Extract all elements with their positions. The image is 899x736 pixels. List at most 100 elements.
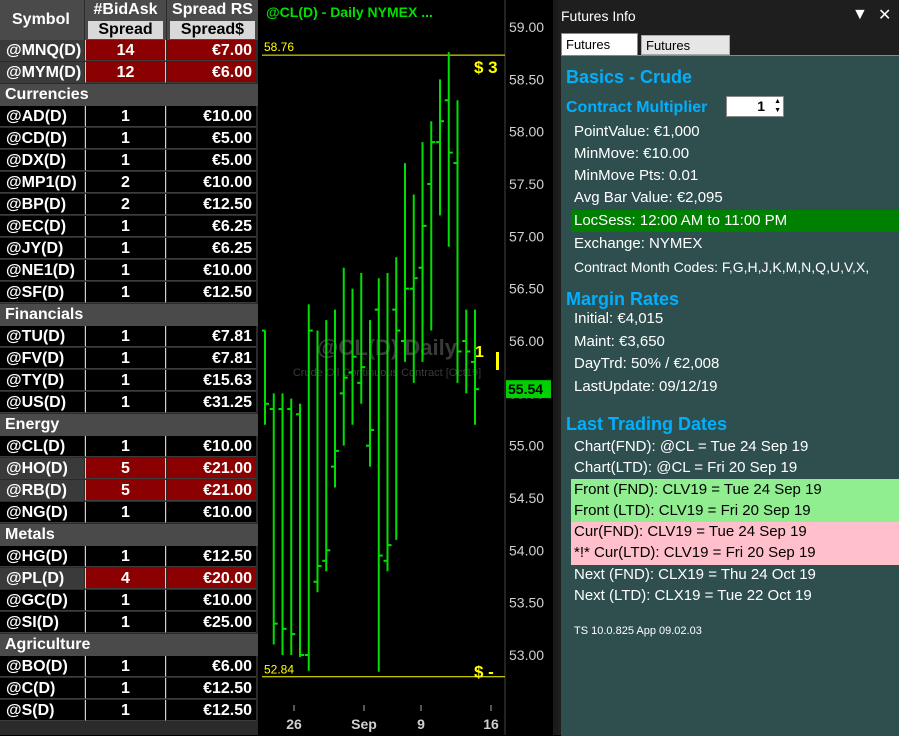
bidask-cell: 1	[85, 348, 166, 369]
watchlist-row[interactable]: @S(D) 1 €12.50	[0, 700, 258, 722]
tab-futures-info[interactable]: Futures Info	[561, 33, 638, 73]
symbol-cell: @DX(D)	[0, 150, 84, 171]
watchlist-rows: @MNQ(D) 14 €7.00 @MYM(D) 12 €6.00 Currencies @A…	[0, 40, 258, 722]
column-header-spread[interactable]: Spread RS Spread$	[167, 0, 258, 40]
symbol-cell: @RB(D)	[0, 480, 84, 501]
symbol-cell: @MNQ(D)	[0, 40, 84, 61]
spread-cell: €10.00	[167, 106, 256, 127]
category-header[interactable]: Currencies	[0, 84, 258, 106]
bidask-cell: 1	[85, 128, 166, 149]
margin-last-update: LastUpdate: 09/12/19	[574, 378, 718, 395]
category-header[interactable]: Metals	[0, 524, 258, 546]
watchlist-row[interactable]: @NE1(D) 1 €10.00	[0, 260, 258, 282]
spread-cell: €31.25	[167, 392, 256, 413]
symbol-cell: @C(D)	[0, 678, 84, 699]
futures-info-content: Basics - Crude Contract Multiplier 1 ▲ ▼ …	[561, 55, 899, 736]
next-ltd: Next (LTD): CLX19 = Tue 22 Oct 19	[574, 587, 812, 604]
symbol-cell: @AD(D)	[0, 106, 84, 127]
spread-cell: €15.63	[167, 370, 256, 391]
watchlist-row[interactable]: @C(D) 1 €12.50	[0, 678, 258, 700]
y-axis-tick-label: 53.00	[509, 647, 544, 663]
spread-cell: €7.81	[167, 348, 256, 369]
futures-info-panel: Futures Info ▼ ✕ Futures Info Futures Ch…	[558, 0, 899, 736]
spread-cell: €6.00	[167, 62, 256, 83]
watchlist-row[interactable]: @PL(D) 4 €20.00	[0, 568, 258, 590]
spread-cell: €10.00	[167, 260, 256, 281]
bidask-cell: 1	[85, 370, 166, 391]
chart-title: @CL(D) - Daily NYMEX ...	[266, 4, 433, 20]
chart-canvas[interactable]: @CL(D) DailyCrude Oil Continuous Contrac…	[262, 0, 553, 735]
watchlist-row[interactable]: @AD(D) 1 €10.00	[0, 106, 258, 128]
bidask-cell: 1	[85, 260, 166, 281]
bidask-cell: 12	[85, 62, 166, 83]
category-header[interactable]: Energy	[0, 414, 258, 436]
watchlist-row[interactable]: @EC(D) 1 €6.25	[0, 216, 258, 238]
contract-multiplier-value: 1	[757, 98, 765, 114]
watchlist-panel: Symbol #BidAsk Spread Spread RS Spread$ …	[0, 0, 258, 735]
contract-multiplier-stepper[interactable]: 1 ▲ ▼	[726, 96, 784, 117]
category-header[interactable]: Agriculture	[0, 634, 258, 656]
column-header-spread-title: Spread RS	[172, 1, 253, 18]
bidask-cell: 5	[85, 458, 166, 479]
watchlist-row[interactable]: @MYM(D) 12 €6.00	[0, 62, 258, 84]
column-header-bidask-sub: Spread	[88, 21, 163, 39]
symbol-cell: @SI(D)	[0, 612, 84, 633]
watchlist-row[interactable]: @MNQ(D) 14 €7.00	[0, 40, 258, 62]
min-move: MinMove: €10.00	[574, 145, 690, 162]
spread-cell: €5.00	[167, 150, 256, 171]
close-icon[interactable]: ✕	[878, 5, 891, 25]
watchlist-row[interactable]: @SF(D) 1 €12.50	[0, 282, 258, 304]
spread-cell: €21.00	[167, 458, 256, 479]
spread-cell: €10.00	[167, 502, 256, 523]
next-fnd: Next (FND): CLX19 = Thu 24 Oct 19	[574, 566, 816, 583]
watchlist-row[interactable]: @BO(D) 1 €6.00	[0, 656, 258, 678]
column-header-symbol[interactable]: Symbol	[0, 0, 84, 40]
symbol-cell: @MP1(D)	[0, 172, 84, 193]
tab-futures-chain[interactable]: Futures Chain	[641, 35, 730, 72]
avg-bar-value: Avg Bar Value: €2,095	[574, 189, 723, 206]
watchlist-row[interactable]: @DX(D) 1 €5.00	[0, 150, 258, 172]
bidask-cell: 1	[85, 700, 166, 721]
symbol-cell: @JY(D)	[0, 238, 84, 259]
section-margin-title: Margin Rates	[566, 289, 680, 309]
watchlist-row[interactable]: @CL(D) 1 €10.00	[0, 436, 258, 458]
bidask-cell: 4	[85, 568, 166, 589]
watchlist-row[interactable]: @BP(D) 2 €12.50	[0, 194, 258, 216]
watchlist-row[interactable]: @CD(D) 1 €5.00	[0, 128, 258, 150]
watchlist-row[interactable]: @JY(D) 1 €6.25	[0, 238, 258, 260]
price-chart[interactable]: @CL(D) DailyCrude Oil Continuous Contrac…	[262, 0, 553, 735]
stepper-arrows-icon[interactable]: ▲ ▼	[774, 97, 781, 115]
watchlist-row[interactable]: @HG(D) 1 €12.50	[0, 546, 258, 568]
y-axis-tick-label: 57.50	[509, 176, 544, 192]
spread-cell: €6.25	[167, 238, 256, 259]
column-header-bidask[interactable]: #BidAsk Spread	[85, 0, 166, 40]
bidask-cell: 1	[85, 590, 166, 611]
section-last-trading-dates-title: Last Trading Dates	[566, 414, 728, 434]
contract-month-codes: Contract Month Codes: F,G,H,J,K,M,N,Q,U,…	[574, 259, 870, 275]
symbol-cell: @BP(D)	[0, 194, 84, 215]
watchlist-row[interactable]: @MP1(D) 2 €10.00	[0, 172, 258, 194]
bidask-cell: 1	[85, 656, 166, 677]
watchlist-row[interactable]: @SI(D) 1 €25.00	[0, 612, 258, 634]
watchlist-row[interactable]: @FV(D) 1 €7.81	[0, 348, 258, 370]
section-basics-title: Basics - Crude	[566, 67, 693, 87]
bidask-cell: 1	[85, 546, 166, 567]
watchlist-row[interactable]: @NG(D) 1 €10.00	[0, 502, 258, 524]
y-axis-tick-label: 59.00	[509, 19, 544, 35]
watchlist-row[interactable]: @HO(D) 5 €21.00	[0, 458, 258, 480]
watchlist-row[interactable]: @RB(D) 5 €21.00	[0, 480, 258, 502]
locsess: LocSess: 12:00 AM to 11:00 PM	[574, 212, 788, 229]
watchlist-row[interactable]: @TY(D) 1 €15.63	[0, 370, 258, 392]
column-header-spread-sub: Spread$	[170, 21, 255, 39]
spread-cell: €12.50	[167, 546, 256, 567]
collapse-icon[interactable]: ▼	[852, 6, 868, 24]
spread-cell: €10.00	[167, 436, 256, 457]
bidask-cell: 1	[85, 392, 166, 413]
symbol-cell: @HO(D)	[0, 458, 84, 479]
watchlist-row[interactable]: @US(D) 1 €31.25	[0, 392, 258, 414]
symbol-cell: @NG(D)	[0, 502, 84, 523]
symbol-cell: @TU(D)	[0, 326, 84, 347]
watchlist-row[interactable]: @TU(D) 1 €7.81	[0, 326, 258, 348]
category-header[interactable]: Financials	[0, 304, 258, 326]
watchlist-row[interactable]: @GC(D) 1 €10.00	[0, 590, 258, 612]
